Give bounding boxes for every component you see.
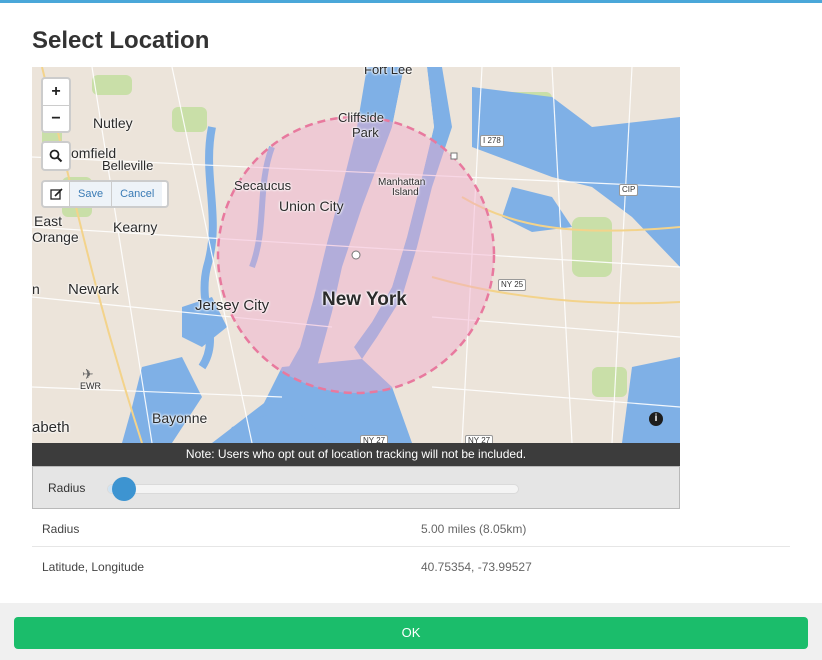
shield-cip: CIP [619,184,639,196]
label-secaucus: Secaucus [234,178,292,193]
info-icon[interactable]: i [649,412,663,426]
label-belleville: Belleville [102,158,154,173]
label-orange: Orange [32,229,79,245]
label-east: East [34,213,63,229]
radius-slider-thumb[interactable] [112,477,137,501]
search-icon [49,149,63,163]
ok-button[interactable]: OK [14,617,808,649]
zoom-in-button[interactable]: + [43,79,69,106]
label-fort-lee: Fort Lee [364,67,413,77]
save-button[interactable]: Save [70,182,113,206]
zoom-out-button[interactable]: − [43,106,69,132]
radius-row-label: Radius [42,522,80,536]
radius-row-value: 5.00 miles (8.05km) [421,522,527,536]
label-nutley: Nutley [93,115,133,131]
dialog-footer: OK [0,603,822,660]
radius-slider-label: Radius [48,481,86,495]
cancel-button[interactable]: Cancel [112,182,163,206]
label-bayonne: Bayonne [152,410,208,426]
shield-ny27-b: NY 27 [465,435,494,443]
tracking-note: Note: Users who opt out of location trac… [32,443,680,466]
label-n-fragment: n [32,281,40,297]
edit-icon [49,187,63,200]
label-newark: Newark [68,281,119,298]
center-handle [351,250,361,260]
latlng-row-value: 40.75354, -73.99527 [421,560,532,574]
shield-i278: I 278 [480,135,504,147]
radius-slider-track[interactable] [107,477,519,501]
map[interactable]: ✈ Fort Lee Cliffside Park Nutley omfield… [32,67,680,443]
shield-ny25: NY 25 [498,279,527,291]
label-cliffside: Cliffside [338,110,385,125]
map-search-button[interactable] [41,141,71,171]
zoom-control: + − [41,77,71,133]
select-location-dialog: Select Location ✈ Fort Lee Cliffside Par… [0,0,822,660]
edit-toolbar: Save Cancel [41,180,169,208]
shield-ny27-a: NY 27 [360,435,389,443]
label-kearny: Kearny [113,219,158,235]
latlng-row: Latitude, Longitude 40.75354, -73.99527 [32,548,790,585]
resize-handle [450,152,458,160]
dialog-title: Select Location [32,27,210,54]
radius-slider-panel: Radius [32,466,680,509]
label-island: Island [392,187,419,198]
label-park: Park [352,125,379,140]
label-elizabeth: abeth [32,419,70,436]
latlng-row-label: Latitude, Longitude [42,560,145,574]
label-jersey-city: Jersey City [195,297,270,314]
label-new-york: New York [322,289,407,310]
label-ewr: EWR [80,381,101,391]
radius-row: Radius 5.00 miles (8.05km) [32,510,790,547]
edit-button[interactable] [43,182,70,206]
label-union-city: Union City [279,198,344,214]
